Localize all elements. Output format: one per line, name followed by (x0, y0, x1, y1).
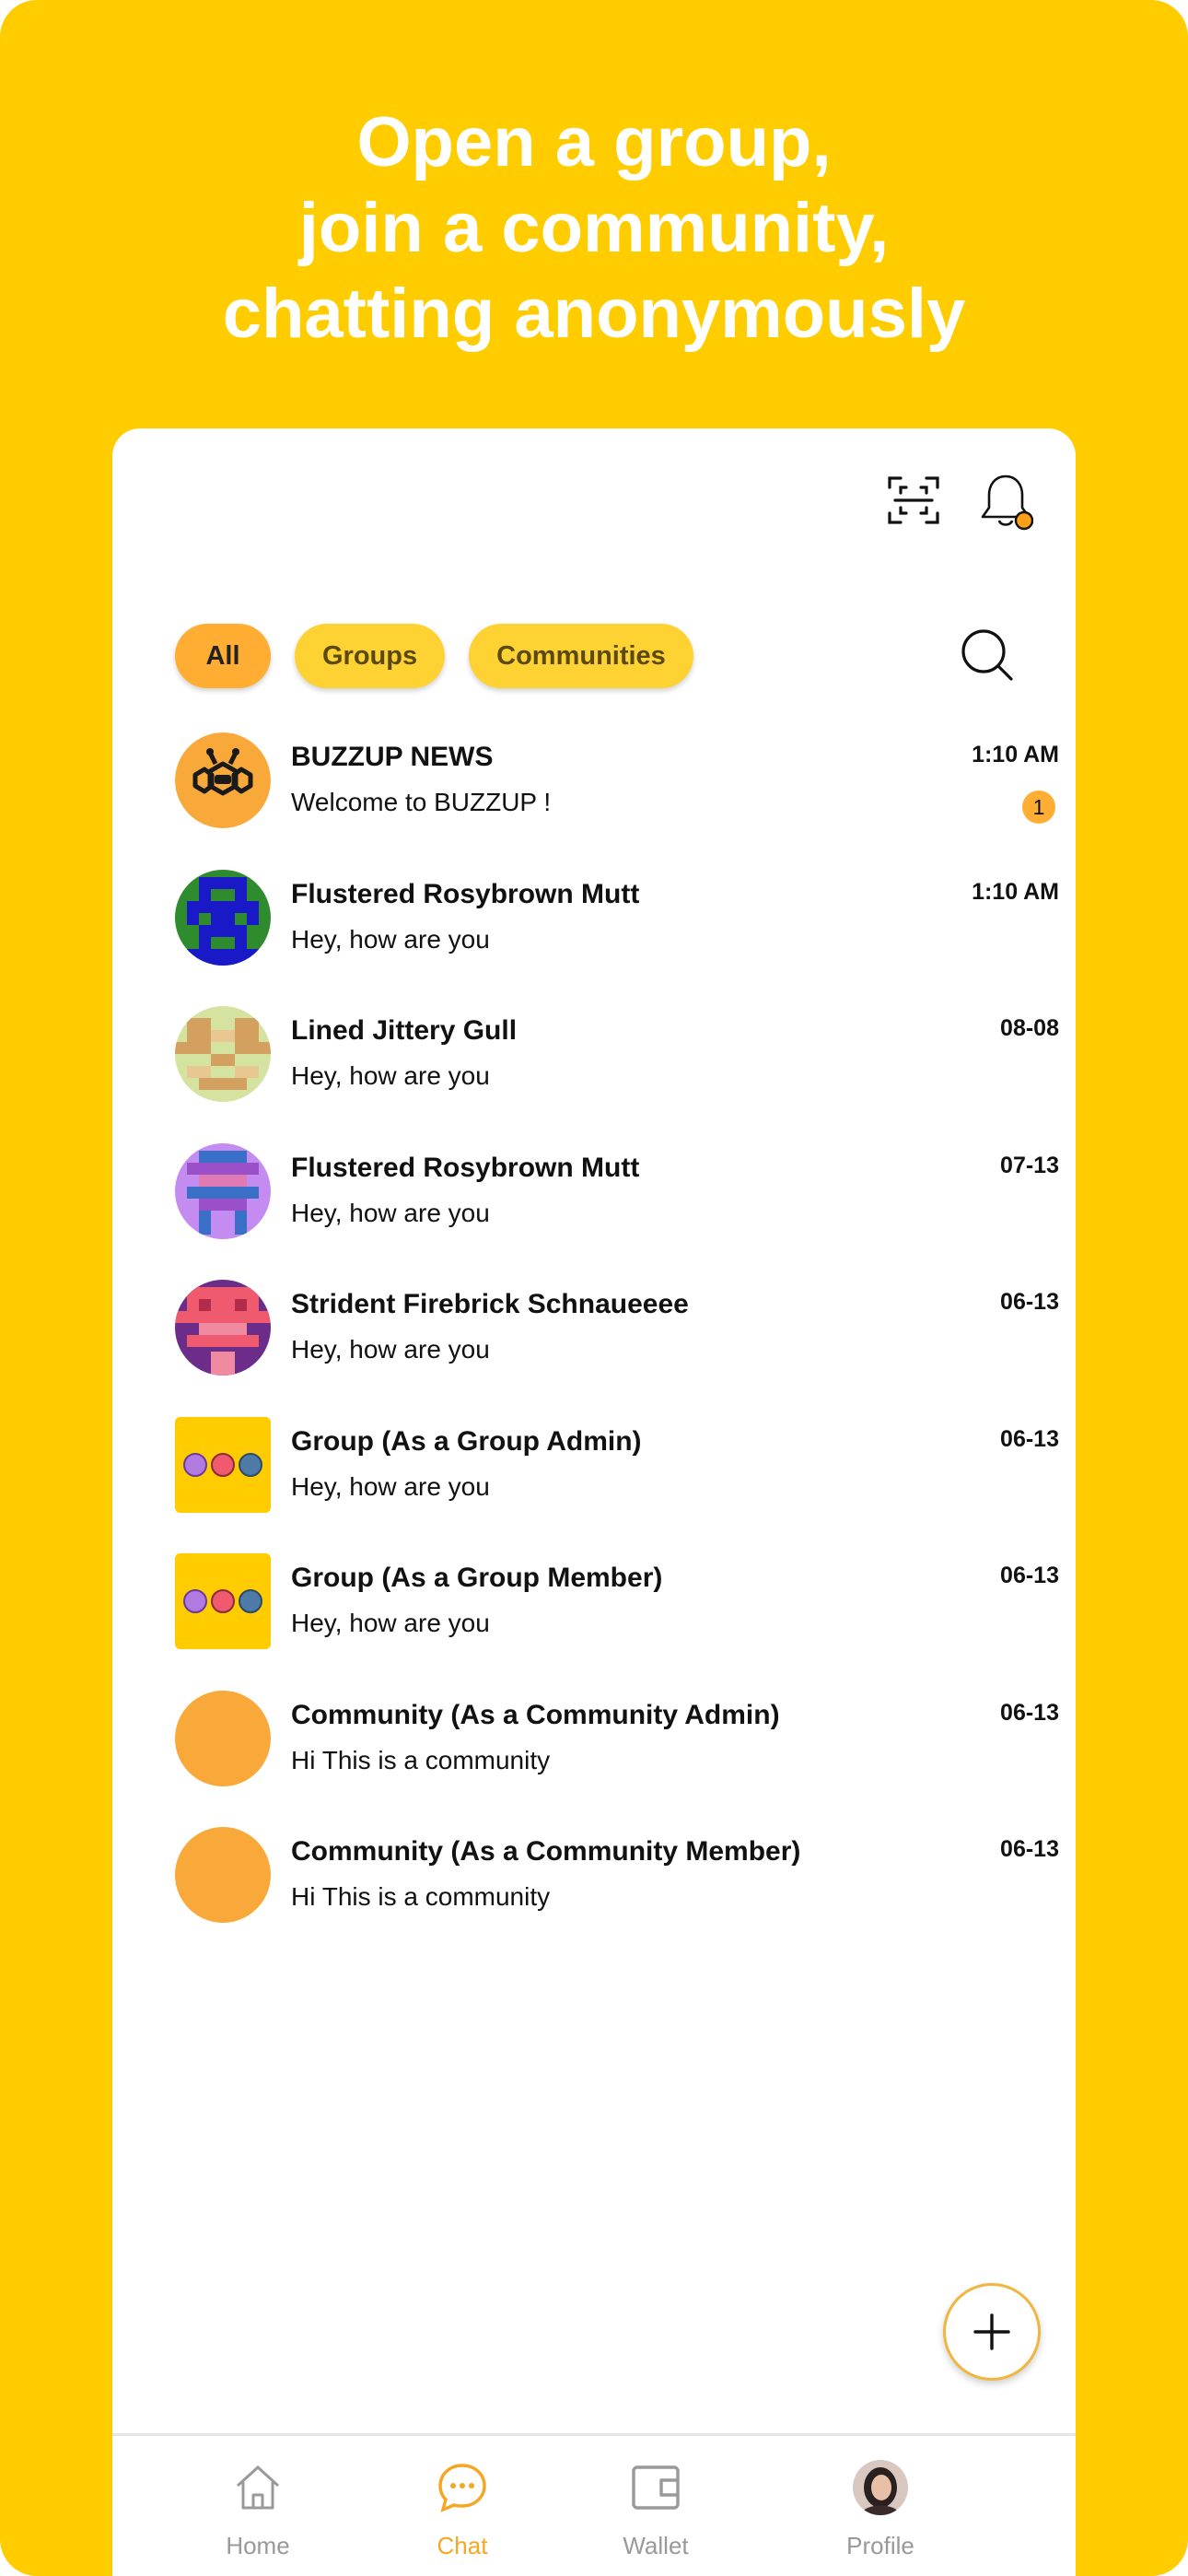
chat-row[interactable]: Community (As a Community Member) Hi Thi… (175, 1827, 1059, 1964)
chat-name: Community (As a Community Admin) (291, 1699, 780, 1730)
chat-last-message: Welcome to BUZZUP ! (291, 788, 552, 816)
chat-row[interactable]: Lined Jittery Gull Hey, how are you 08-0… (175, 1006, 1059, 1143)
filter-groups-chip[interactable]: Groups (295, 624, 446, 688)
chat-name: Flustered Rosybrown Mutt (291, 878, 640, 909)
headline-line-2: join a community, (298, 189, 890, 267)
chat-row[interactable]: Community (As a Community Admin) Hi This… (175, 1690, 1059, 1828)
chat-row[interactable]: Group (As a Group Member) Hey, how are y… (175, 1553, 1059, 1691)
notifications-button[interactable] (978, 473, 1034, 533)
notification-dot (1014, 510, 1034, 531)
chat-name: BUZZUP NEWS (291, 742, 494, 772)
tab-wallet-label: Wallet (623, 2532, 689, 2559)
phone-screen: All Groups Communities BUZZUP NEWS Welco… (112, 428, 1076, 2576)
group-avatar (175, 1416, 271, 1513)
group-avatar (175, 1553, 271, 1649)
community-avatar (175, 1690, 271, 1786)
chat-time: 06-13 (1000, 1699, 1059, 1726)
chat-row[interactable]: BUZZUP NEWS Welcome to BUZZUP ! 1:10 AM … (175, 732, 1059, 870)
scan-icon (888, 476, 939, 524)
profile-avatar (853, 2460, 908, 2515)
community-avatar (175, 1827, 271, 1923)
chat-name: Strident Firebrick Schnaueeee (291, 1289, 689, 1319)
pixel-avatar (175, 869, 271, 966)
chat-name: Community (As a Community Member) (291, 1836, 801, 1867)
pixel-avatar (175, 1280, 271, 1376)
chat-last-message: Hi This is a community (291, 1882, 551, 1911)
wallet-icon (632, 2465, 680, 2510)
chat-name: Lined Jittery Gull (291, 1015, 518, 1046)
buzzup-logo-avatar (175, 732, 271, 828)
chat-row[interactable]: Flustered Rosybrown Mutt Hey, how are yo… (175, 869, 1059, 1007)
chat-list: BUZZUP NEWS Welcome to BUZZUP ! 1:10 AM … (175, 732, 1059, 1964)
new-chat-button[interactable] (943, 2283, 1041, 2381)
tab-profile[interactable]: Profile (807, 2436, 954, 2576)
tab-home-label: Home (226, 2532, 290, 2559)
chat-time: 07-13 (1000, 1152, 1059, 1178)
chat-time: 08-08 (1000, 1015, 1059, 1041)
chat-row[interactable]: Flustered Rosybrown Mutt Hey, how are yo… (175, 1142, 1059, 1281)
unread-badge: 1 (1022, 790, 1055, 824)
chat-name: Group (As a Group Member) (291, 1563, 663, 1593)
filter-all-chip[interactable]: All (175, 624, 271, 688)
chat-last-message: Hi This is a community (291, 1745, 551, 1774)
chat-row[interactable]: Strident Firebrick Schnaueeee Hey, how a… (175, 1280, 1059, 1417)
tab-profile-label: Profile (846, 2532, 914, 2559)
tab-wallet[interactable]: Wallet (582, 2436, 729, 2576)
chat-name: Flustered Rosybrown Mutt (291, 1152, 640, 1183)
search-icon (961, 629, 1013, 681)
bottom-tab-bar: Home Chat Wallet Profile (112, 2433, 1076, 2576)
search-button[interactable] (956, 624, 1020, 688)
tab-chat-label: Chat (437, 2532, 488, 2559)
plus-icon (973, 2313, 1010, 2350)
chat-last-message: Hey, how are you (291, 1471, 490, 1501)
chat-filter-chips: All Groups Communities (175, 624, 693, 688)
promo-headline: Open a group, join a community, chatting… (0, 100, 1188, 357)
chat-last-message: Hey, how are you (291, 924, 490, 954)
chat-last-message: Hey, how are you (291, 1198, 490, 1227)
chat-last-message: Hey, how are you (291, 1609, 490, 1637)
chat-bubble-icon (438, 2464, 486, 2512)
pixel-avatar (175, 1006, 271, 1102)
chat-time: 1:10 AM (972, 742, 1059, 767)
bell-icon (981, 474, 1034, 531)
scan-button[interactable] (886, 473, 941, 528)
chat-name: Group (As a Group Admin) (291, 1425, 642, 1457)
filter-communities-chip[interactable]: Communities (469, 624, 693, 688)
chat-time: 06-13 (1000, 1563, 1059, 1588)
chat-time: 06-13 (1000, 1836, 1059, 1862)
pixel-avatar (175, 1142, 271, 1239)
chat-row[interactable]: Group (As a Group Admin) Hey, how are yo… (175, 1416, 1059, 1554)
headline-line-3: chatting anonymously (222, 275, 966, 353)
headline-line-1: Open a group, (356, 103, 832, 181)
chat-time: 06-13 (1000, 1425, 1059, 1452)
tab-chat[interactable]: Chat (389, 2436, 536, 2576)
tab-home[interactable]: Home (184, 2436, 332, 2576)
chat-time: 06-13 (1000, 1289, 1059, 1315)
chat-last-message: Hey, how are you (291, 1061, 490, 1090)
home-icon (236, 2465, 280, 2510)
chat-time: 1:10 AM (972, 878, 1059, 905)
chat-last-message: Hey, how are you (291, 1335, 490, 1364)
